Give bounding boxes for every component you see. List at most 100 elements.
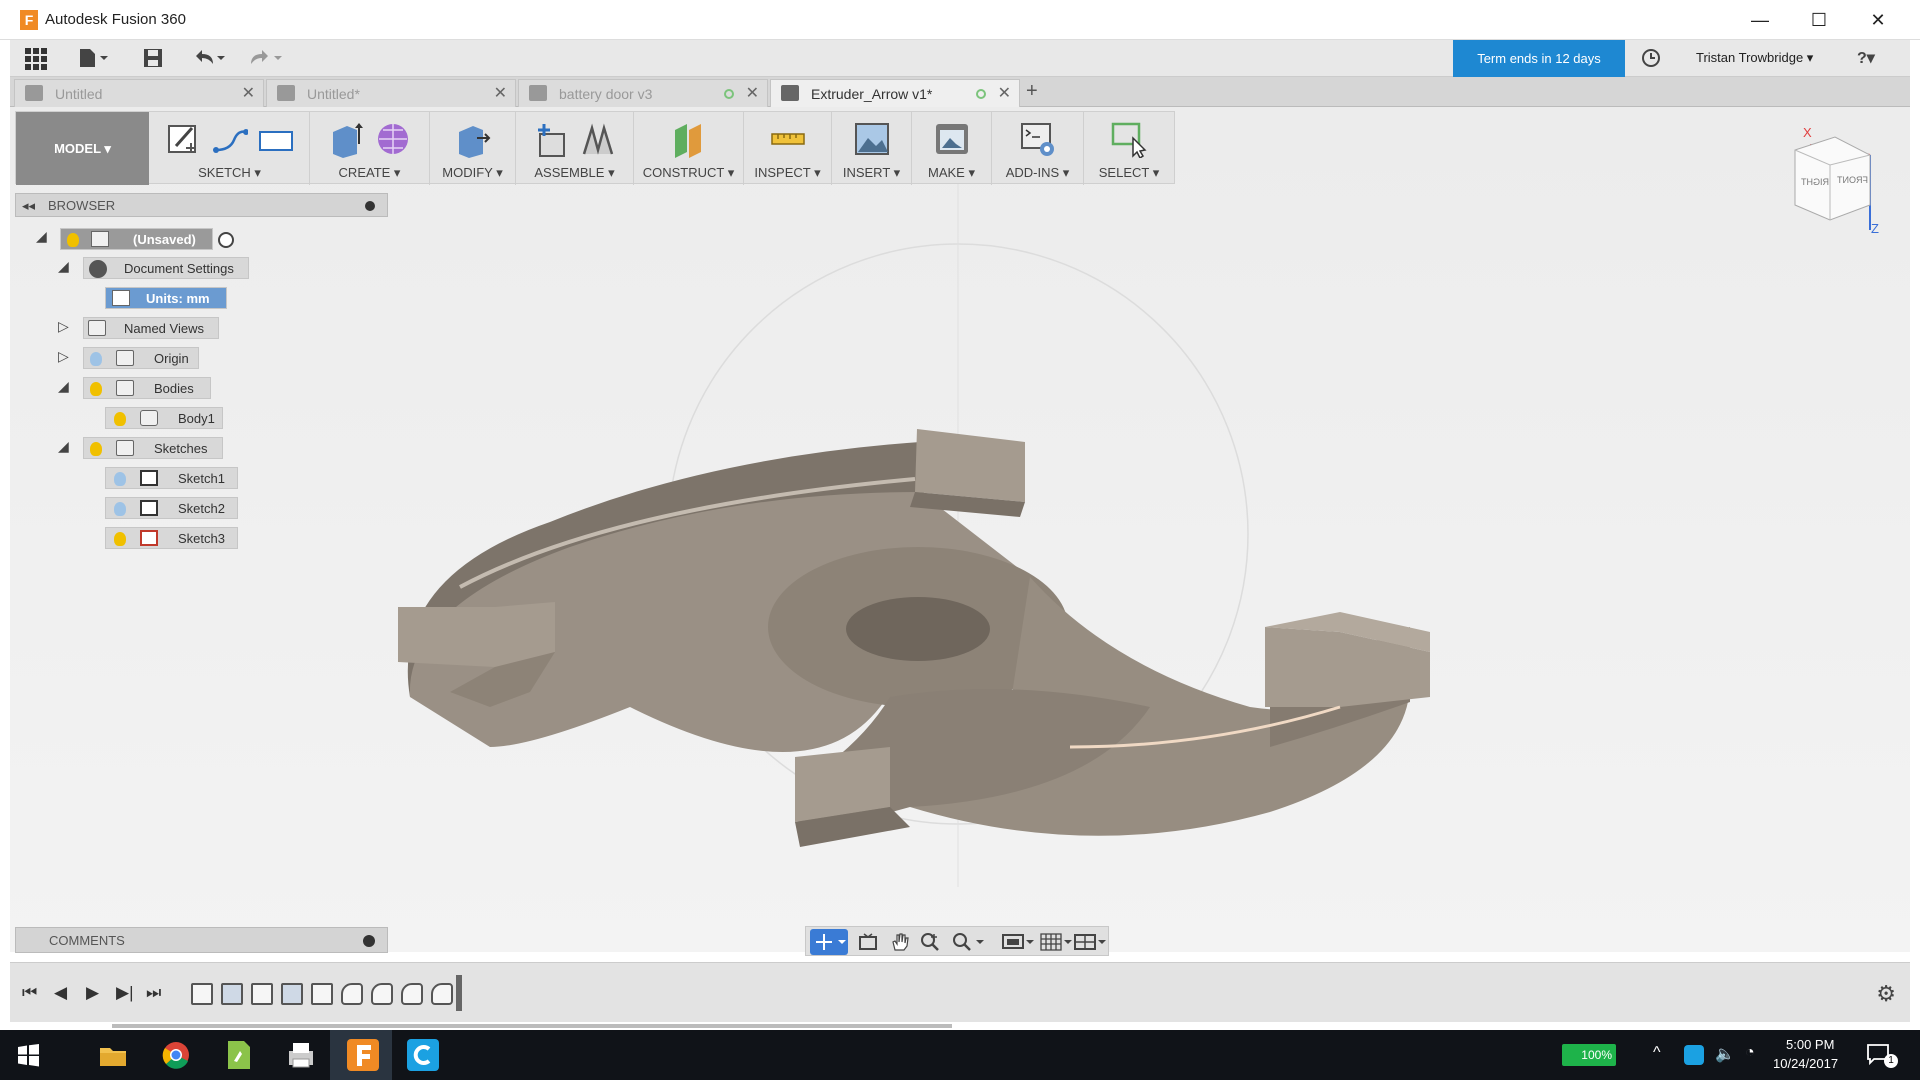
viewcube-right-face[interactable]: RIGHT [1801, 177, 1829, 187]
insert-group[interactable]: INSERT ▾ [832, 112, 912, 185]
insert-image-icon[interactable] [854, 120, 890, 158]
tab-untitled-2[interactable]: Untitled* ✕ [266, 79, 516, 107]
tree-body1[interactable]: Body1 [105, 407, 223, 429]
timeline-sketch-feature[interactable] [251, 983, 273, 1005]
zoom-window-icon[interactable] [920, 932, 940, 952]
chrome-icon[interactable] [160, 1039, 192, 1071]
viewports-icon[interactable] [1074, 932, 1108, 952]
timeline-play-icon[interactable]: ▶ [86, 983, 99, 1003]
line-icon[interactable] [212, 120, 249, 158]
viewcube-front-face[interactable]: FRONT [1837, 175, 1868, 185]
timeline-fillet-feature[interactable] [401, 983, 423, 1005]
tab-close-icon[interactable]: ✕ [746, 80, 759, 108]
visibility-bulb-icon[interactable] [114, 502, 126, 516]
wifi-icon[interactable]: ◔ [1745, 1044, 1755, 1062]
expand-triangle-icon[interactable]: ▷ [58, 318, 69, 335]
close-button[interactable]: ✕ [1858, 8, 1898, 32]
measure-icon[interactable] [770, 120, 806, 158]
maximize-button[interactable]: ☐ [1799, 8, 1839, 32]
collapse-triangle-icon[interactable]: ◢ [58, 258, 69, 275]
joint-icon[interactable] [580, 120, 616, 158]
tree-sketch3[interactable]: Sketch3 [105, 527, 238, 549]
browser-pin-icon[interactable] [365, 201, 375, 211]
add-comment-icon[interactable] [363, 935, 375, 947]
tab-close-icon[interactable]: ✕ [494, 80, 507, 108]
3d-print-icon[interactable] [934, 120, 970, 158]
extruder-arrow-body[interactable] [398, 429, 1430, 847]
tree-document-settings[interactable]: Document Settings [83, 257, 249, 279]
visibility-bulb-icon[interactable] [114, 532, 126, 546]
timeline-extrude-feature[interactable] [281, 983, 303, 1005]
visibility-bulb-icon[interactable] [90, 352, 102, 366]
collapse-triangle-icon[interactable]: ◢ [36, 228, 47, 245]
visibility-bulb-icon[interactable] [67, 233, 79, 247]
tab-untitled[interactable]: Untitled ✕ [14, 79, 264, 107]
tree-sketch1[interactable]: Sketch1 [105, 467, 238, 489]
create-form-icon[interactable] [375, 120, 411, 158]
orbit-icon[interactable] [810, 929, 848, 955]
inspect-group[interactable]: INSPECT ▾ [744, 112, 832, 185]
timeline-sketch-feature[interactable] [311, 983, 333, 1005]
modify-group[interactable]: MODIFY ▾ [430, 112, 516, 185]
browser-panel-header[interactable]: ◂◂ BROWSER [15, 193, 388, 217]
printer-app-icon[interactable] [285, 1039, 317, 1071]
tree-bodies[interactable]: Bodies [83, 377, 211, 399]
tree-units[interactable]: Units: mm [105, 287, 227, 309]
visibility-bulb-icon[interactable] [90, 382, 102, 396]
sketch-group[interactable]: SKETCH ▾ [150, 112, 310, 185]
timeline-marker[interactable] [456, 975, 462, 1011]
timeline-fillet-feature[interactable] [341, 983, 363, 1005]
undo-icon[interactable] [193, 48, 225, 73]
create-group[interactable]: CREATE ▾ [310, 112, 430, 185]
look-at-icon[interactable] [858, 932, 878, 952]
data-panel-grid-icon[interactable] [25, 48, 47, 75]
tree-origin[interactable]: Origin [83, 347, 199, 369]
new-tab-plus-icon[interactable]: + [1026, 80, 1038, 103]
redo-icon[interactable] [248, 48, 282, 73]
term-ends-button[interactable]: Term ends in 12 days [1453, 40, 1625, 77]
zoom-icon[interactable] [952, 932, 986, 952]
construct-group[interactable]: CONSTRUCT ▾ [634, 112, 744, 185]
collapse-triangle-icon[interactable]: ◢ [58, 438, 69, 455]
action-center-icon[interactable]: 1 [1866, 1042, 1898, 1068]
tree-sketches[interactable]: Sketches [83, 437, 223, 459]
collapse-triangle-icon[interactable]: ◢ [58, 378, 69, 395]
press-pull-icon[interactable] [455, 120, 491, 158]
visibility-bulb-icon[interactable] [114, 412, 126, 426]
clock-time[interactable]: 5:00 PM [1786, 1037, 1834, 1052]
file-menu-icon[interactable] [78, 48, 108, 73]
select-icon[interactable] [1111, 120, 1147, 160]
activate-component-icon[interactable] [218, 232, 234, 248]
collapse-browser-icon[interactable]: ◂◂ [22, 194, 35, 218]
canvas-viewport[interactable] [10, 107, 1910, 952]
timeline-end-icon[interactable]: ⏭ [146, 983, 161, 1003]
addins-group[interactable]: ADD-INS ▾ [992, 112, 1084, 185]
clock-date[interactable]: 10/24/2017 [1773, 1056, 1838, 1071]
tab-close-icon[interactable]: ✕ [998, 80, 1011, 108]
tab-close-icon[interactable]: ✕ [242, 80, 255, 108]
windows-start-icon[interactable] [12, 1039, 44, 1071]
help-menu[interactable]: ?▾ [1857, 48, 1875, 68]
create-sketch-icon[interactable] [166, 120, 202, 158]
tab-battery-door[interactable]: battery door v3 ✕ [518, 79, 768, 107]
tab-extruder-arrow[interactable]: Extruder_Arrow v1* ✕ [770, 79, 1020, 107]
grid-settings-icon[interactable] [1040, 932, 1074, 952]
make-group[interactable]: MAKE ▾ [912, 112, 992, 185]
extrude-icon[interactable] [329, 120, 365, 158]
save-icon[interactable] [143, 48, 163, 73]
app-green-icon[interactable] [222, 1039, 254, 1071]
timeline-fillet-feature[interactable] [371, 983, 393, 1005]
view-cube[interactable]: X Z FRONT RIGHT [1775, 125, 1885, 236]
fusion-360-taskbar-icon[interactable] [347, 1039, 379, 1071]
offset-plane-icon[interactable] [671, 120, 707, 158]
tray-app-icon[interactable] [1684, 1045, 1704, 1065]
select-group[interactable]: SELECT ▾ [1084, 112, 1174, 185]
expand-triangle-icon[interactable]: ▷ [58, 348, 69, 365]
minimize-button[interactable]: — [1740, 8, 1780, 32]
timeline-settings-gear-icon[interactable]: ⚙ [1876, 981, 1896, 1007]
timeline-scrollbar[interactable] [112, 1024, 952, 1028]
visibility-bulb-icon[interactable] [90, 442, 102, 456]
display-settings-icon[interactable] [1002, 932, 1036, 952]
visibility-bulb-icon[interactable] [114, 472, 126, 486]
tree-named-views[interactable]: Named Views [83, 317, 219, 339]
